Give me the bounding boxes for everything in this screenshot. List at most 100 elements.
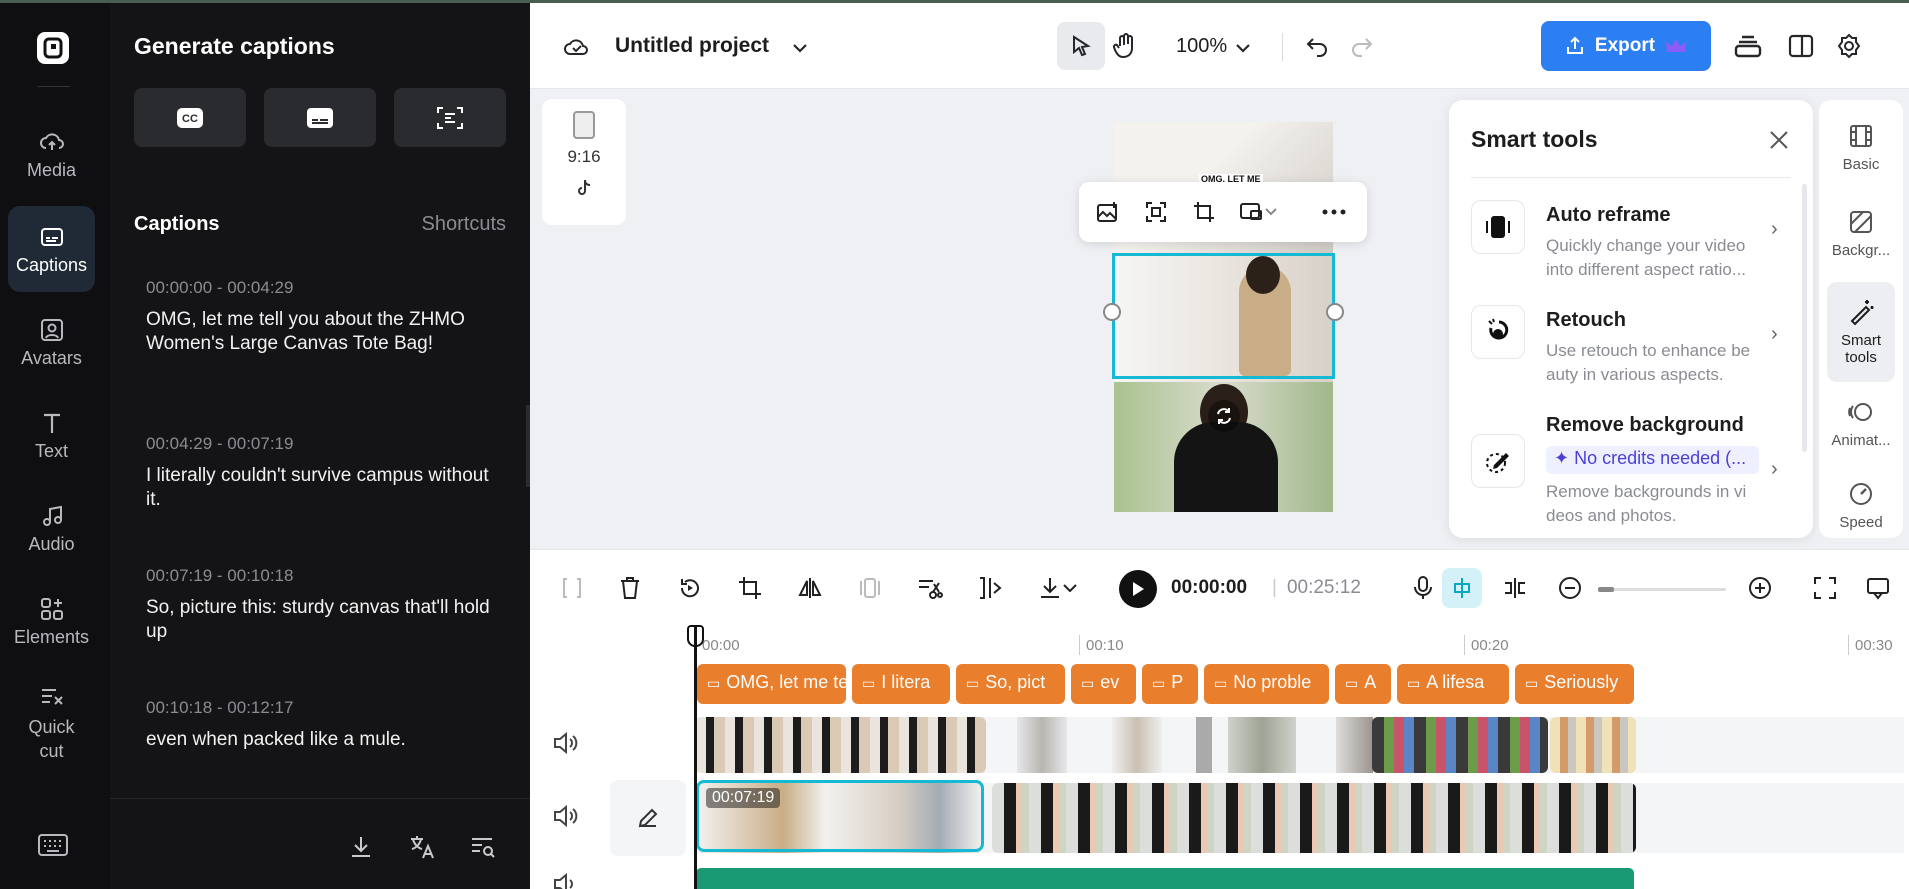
crop-icon[interactable] (1189, 197, 1219, 227)
mirror-icon[interactable] (794, 572, 826, 604)
keyboard-icon[interactable] (36, 831, 70, 859)
overlay-clip[interactable] (696, 717, 986, 773)
app-logo[interactable] (37, 32, 69, 64)
caption-entry[interactable]: 00:10:18 - 00:12:17 even when packed lik… (146, 698, 506, 752)
rail-tab-background[interactable]: Backgr... (1827, 188, 1895, 278)
export-button[interactable]: Export (1541, 21, 1711, 71)
rail-item-captions[interactable]: Captions (8, 206, 95, 292)
focus-frame-icon[interactable] (1141, 197, 1171, 227)
overlay-clip[interactable] (1228, 717, 1296, 773)
auto-caption-button[interactable] (394, 88, 506, 147)
crop-icon[interactable] (734, 572, 766, 604)
download-chevron-down-icon[interactable] (1060, 572, 1080, 604)
rail-tab-basic[interactable]: Basic (1827, 102, 1895, 192)
caption-text[interactable]: I literally couldn't survive campus with… (146, 464, 506, 512)
overlay-clip[interactable] (1336, 717, 1373, 773)
caption-clip[interactable]: Seriously (1515, 664, 1634, 704)
scissors-cut-icon[interactable] (914, 572, 946, 604)
mask-chevron-down-icon[interactable] (1261, 197, 1281, 227)
settings-gear-icon[interactable] (1832, 29, 1866, 63)
rail-tab-speed[interactable]: Speed (1827, 460, 1895, 550)
redo-icon[interactable] (1345, 29, 1379, 63)
overlay-clip[interactable] (1112, 717, 1162, 773)
split-bracket-icon[interactable] (556, 572, 588, 604)
rail-item-audio[interactable]: Audio (8, 485, 95, 571)
layers-icon[interactable] (1731, 29, 1765, 63)
caption-text[interactable]: OMG, let me tell you about the ZHMO Wome… (146, 308, 506, 356)
smart-tool-remove-background[interactable]: Remove background ✦ No credits needed (.… (1471, 410, 1791, 530)
shortcuts-link[interactable]: Shortcuts (422, 213, 506, 236)
rotate-icon[interactable] (1208, 400, 1240, 432)
rail-item-avatars[interactable]: Avatars (8, 299, 95, 385)
panel-scrollbar[interactable] (1802, 184, 1807, 452)
search-replace-icon[interactable] (468, 832, 498, 862)
caption-clip[interactable]: I litera (852, 664, 950, 704)
smart-tool-retouch[interactable]: Retouch Use retouch to enhance be auty i… (1471, 305, 1791, 395)
caption-clip[interactable]: A (1335, 664, 1391, 704)
more-options-icon[interactable] (1319, 197, 1349, 227)
split-view-icon[interactable] (1784, 29, 1818, 63)
caption-clip[interactable]: No proble (1204, 664, 1329, 704)
caption-clip[interactable]: So, pict (956, 664, 1065, 704)
main-clip[interactable] (992, 783, 1636, 853)
select-tool-button[interactable] (1057, 22, 1105, 70)
split-track-icon[interactable] (1499, 572, 1531, 604)
zoom-out-icon[interactable] (1554, 572, 1586, 604)
chevron-down-icon[interactable] (783, 31, 817, 65)
overlay-clip[interactable] (1550, 717, 1636, 773)
caption-clip[interactable]: P (1142, 664, 1198, 704)
zoom-chevron-down-icon[interactable] (1226, 31, 1260, 65)
caption-text[interactable]: So, picture this: sturdy canvas that'll … (146, 596, 506, 644)
caption-entry[interactable]: 00:04:29 - 00:07:19 I literally couldn't… (146, 434, 506, 512)
rail-tab-smart-tools[interactable]: Smart tools (1827, 282, 1895, 382)
rail-item-elements[interactable]: Elements (8, 578, 95, 664)
project-title[interactable]: Untitled project (615, 34, 769, 58)
selection-box[interactable] (1112, 253, 1335, 379)
cc-button[interactable]: CC (134, 88, 246, 147)
rail-item-media[interactable]: Media (8, 111, 95, 197)
volume-icon[interactable] (552, 803, 578, 829)
comment-icon[interactable] (1862, 572, 1894, 604)
overlay-clip[interactable] (1017, 717, 1067, 773)
download-icon[interactable] (346, 832, 376, 862)
volume-icon[interactable] (552, 871, 578, 889)
rail-item-text[interactable]: Text (8, 392, 95, 478)
zoom-in-icon[interactable] (1744, 572, 1776, 604)
hand-tool-button[interactable] (1108, 29, 1142, 63)
close-icon[interactable] (1767, 128, 1791, 152)
fit-timeline-icon[interactable] (1809, 572, 1841, 604)
aspect-ratio-card[interactable]: 9:16 (542, 99, 626, 225)
resize-handle[interactable] (1103, 303, 1121, 321)
caption-entry[interactable]: 00:00:00 - 00:04:29 OMG, let me tell you… (146, 278, 506, 356)
replay-icon[interactable] (674, 572, 706, 604)
play-button[interactable] (1119, 570, 1157, 608)
magnet-snap-icon[interactable] (1442, 568, 1482, 608)
rail-tab-animation[interactable]: Animat... (1827, 378, 1895, 468)
microphone-icon[interactable] (1407, 572, 1439, 604)
subtitle-file-button[interactable] (264, 88, 376, 147)
caption-clip[interactable]: ev (1071, 664, 1136, 704)
caption-clip[interactable]: A lifesa (1397, 664, 1509, 704)
replace-image-icon[interactable] (1093, 197, 1123, 227)
smart-tool-auto-reframe[interactable]: Auto reframe Quickly change your video i… (1471, 200, 1791, 290)
delete-icon[interactable] (614, 572, 646, 604)
trim-icon[interactable] (974, 572, 1006, 604)
undo-icon[interactable] (1300, 29, 1334, 63)
caption-entry[interactable]: 00:07:19 - 00:10:18 So, picture this: st… (146, 566, 506, 644)
translate-icon[interactable] (407, 832, 437, 862)
overlay-clip[interactable] (1196, 717, 1212, 773)
edit-track-button[interactable] (610, 780, 686, 856)
zoom-level[interactable]: 100% (1176, 35, 1227, 58)
overlay-clip[interactable] (1372, 717, 1548, 773)
volume-icon[interactable] (552, 730, 578, 756)
zoom-slider-thumb[interactable] (1598, 587, 1614, 592)
caption-clip[interactable]: OMG, let me tell (697, 664, 846, 704)
rail-item-quick-cut[interactable]: Quick cut (8, 673, 95, 773)
cloud-sync-icon[interactable] (560, 29, 594, 63)
resize-handle[interactable] (1326, 303, 1344, 321)
timeline[interactable]: 00:00 00:10 00:20 00:30 OMG, let me tell… (530, 625, 1909, 889)
caption-text[interactable]: even when packed like a mule. (146, 728, 506, 752)
zoom-slider-track[interactable] (1598, 588, 1726, 591)
playhead[interactable] (694, 625, 697, 889)
freeze-icon[interactable] (854, 572, 886, 604)
